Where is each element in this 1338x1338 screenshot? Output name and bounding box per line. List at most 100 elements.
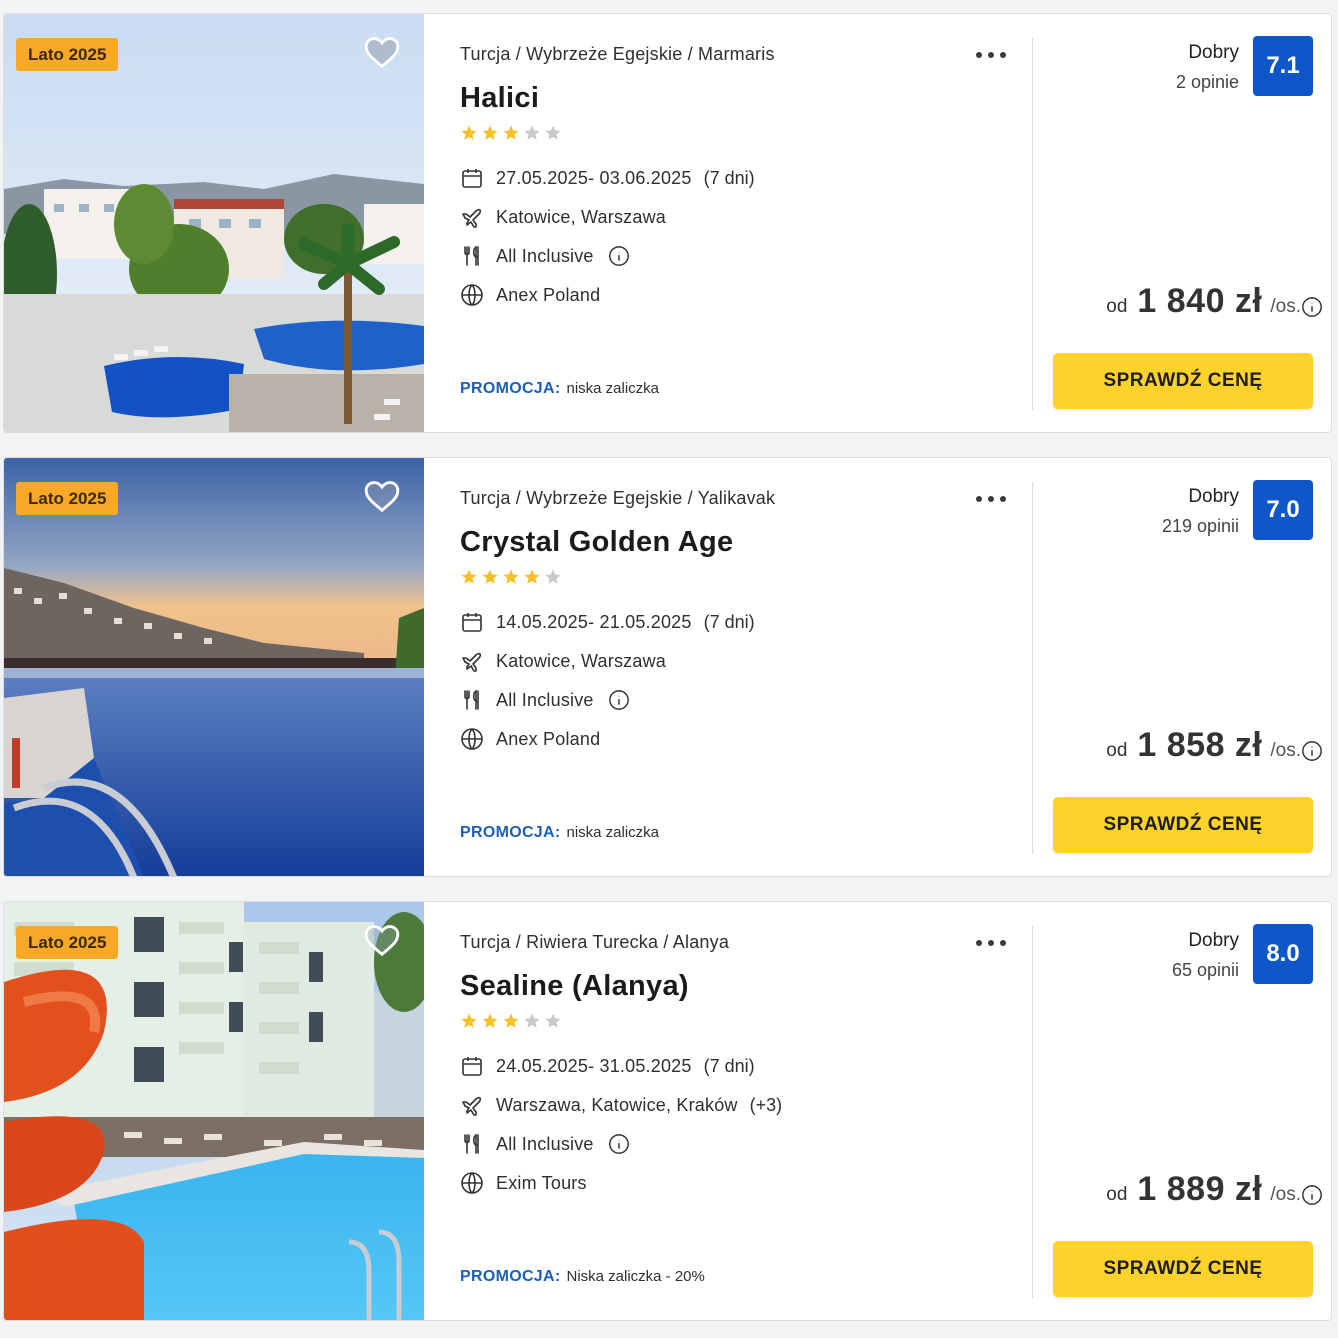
star-filled-icon [482,125,498,140]
promotion-text: niska zaliczka [566,380,660,397]
check-price-button[interactable]: SPRAWDŹ CENĘ [1053,797,1313,853]
star-empty-icon [545,125,561,140]
review-rating[interactable]: Dobry 219 opinii 7.0 [1162,480,1313,540]
promotion-label: PROMOCJA: [460,380,561,397]
promotion: PROMOCJA: Niska zaliczka - 20% [460,1268,705,1286]
offer-card[interactable]: Lato 2025 Turcja / Wybrzeże Egejskie / M… [3,13,1332,433]
price-prefix: od [1106,1184,1128,1205]
board-row: All Inclusive [460,1130,630,1158]
promotion-label: PROMOCJA: [460,1268,561,1285]
price: od 1 889 zł /os. [1106,1170,1322,1209]
star-rating [460,1012,562,1030]
offer-info: Turcja / Wybrzeże Egejskie / Marmaris Ha… [460,14,1030,432]
favorite-heart-icon[interactable] [363,478,401,514]
star-rating [460,124,562,142]
hotel-photo-image [4,902,424,1320]
favorite-heart-icon[interactable] [363,922,401,958]
dates-row: 27.05.2025- 03.06.2025 (7 dni) [460,164,755,192]
price-info-icon[interactable] [1301,740,1323,762]
review-rating[interactable]: Dobry 2 opinie 7.1 [1176,36,1313,96]
dates-row: 14.05.2025- 21.05.2025 (7 dni) [460,608,755,636]
offer-info: Turcja / Wybrzeże Egejskie / Yalikavak C… [460,458,1030,876]
season-badge: Lato 2025 [16,926,119,959]
travel-dates: 24.05.2025- 31.05.2025 [496,1055,692,1076]
offer-card[interactable]: Lato 2025 Turcja / Wybrzeże Egejskie / Y… [3,457,1332,877]
tour-operator: Anex Poland [496,728,601,749]
hotel-photo[interactable]: Lato 2025 [4,902,424,1320]
plane-icon [460,1093,484,1117]
price-info-icon[interactable] [1301,296,1323,318]
info-icon[interactable] [608,1133,630,1155]
info-icon[interactable] [608,245,630,267]
check-price-button[interactable]: SPRAWDŹ CENĘ [1053,353,1313,409]
breadcrumb[interactable]: Turcja / Wybrzeże Egejskie / Yalikavak [460,488,775,509]
promotion-text: niska zaliczka [566,824,660,841]
trip-duration: (7 dni) [703,167,755,188]
operator-row: Exim Tours [460,1169,587,1197]
board-type: All Inclusive [496,245,594,266]
hotel-name[interactable]: Sealine (Alanya) [460,970,689,1003]
tour-operator: Anex Poland [496,284,601,305]
divider [1032,38,1033,410]
star-filled-icon [503,125,519,140]
trip-duration: (7 dni) [703,611,755,632]
dates-row: 24.05.2025- 31.05.2025 (7 dni) [460,1052,755,1080]
season-badge: Lato 2025 [16,482,119,515]
travel-dates: 14.05.2025- 21.05.2025 [496,611,692,632]
star-filled-icon [503,1013,519,1028]
departure-row: Katowice, Warszawa [460,203,666,231]
price-suffix: /os. [1270,740,1301,761]
breadcrumb[interactable]: Turcja / Riwiera Turecka / Alanya [460,932,729,953]
hotel-photo-image [4,14,424,432]
board-type: All Inclusive [496,689,594,710]
hotel-name[interactable]: Crystal Golden Age [460,526,733,559]
price-amount: 1 840 zł [1137,282,1263,320]
rating-word: Dobry [1188,486,1239,507]
more-airports[interactable]: (+3) [750,1095,783,1116]
operator-row: Anex Poland [460,281,600,309]
star-filled-icon [461,569,477,584]
globe-icon [460,727,484,751]
plane-icon [460,205,484,229]
more-options-icon[interactable] [972,928,1012,956]
offer-card[interactable]: Lato 2025 Turcja / Riwiera Turecka / Ala… [3,901,1332,1321]
star-filled-icon [461,125,477,140]
price-amount: 1 858 zł [1137,726,1263,764]
star-filled-icon [524,569,540,584]
price: od 1 840 zł /os. [1106,282,1322,321]
departure-row: Warszawa, Katowice, Kraków (+3) [460,1091,782,1119]
offer-info: Turcja / Riwiera Turecka / Alanya Sealin… [460,902,1030,1320]
price-suffix: /os. [1270,1184,1301,1205]
cutlery-icon [460,688,484,712]
tour-operator: Exim Tours [496,1172,587,1193]
operator-row: Anex Poland [460,725,600,753]
info-icon[interactable] [608,689,630,711]
favorite-heart-icon[interactable] [363,34,401,70]
calendar-icon [460,610,484,634]
promotion: PROMOCJA: niska zaliczka [460,824,659,842]
hotel-name[interactable]: Halici [460,82,539,115]
star-filled-icon [503,569,519,584]
plane-icon [460,649,484,673]
departure-row: Katowice, Warszawa [460,647,666,675]
review-rating[interactable]: Dobry 65 opinii 8.0 [1172,924,1313,984]
travel-dates: 27.05.2025- 03.06.2025 [496,167,692,188]
star-rating [460,568,562,586]
review-count: 65 opinii [1171,960,1239,980]
price-amount: 1 889 zł [1137,1170,1263,1208]
rating-word: Dobry [1188,930,1239,951]
hotel-photo[interactable]: Lato 2025 [4,14,424,432]
star-empty-icon [545,569,561,584]
globe-icon [460,283,484,307]
more-options-icon[interactable] [972,484,1012,512]
divider [1032,926,1033,1298]
review-count: 219 opinii [1161,516,1239,536]
check-price-button[interactable]: SPRAWDŹ CENĘ [1053,1241,1313,1297]
rating-score: 8.0 [1253,924,1313,984]
board-type: All Inclusive [496,1133,594,1154]
season-badge: Lato 2025 [16,38,119,71]
more-options-icon[interactable] [972,40,1012,68]
hotel-photo[interactable]: Lato 2025 [4,458,424,876]
price-info-icon[interactable] [1301,1184,1323,1206]
breadcrumb[interactable]: Turcja / Wybrzeże Egejskie / Marmaris [460,44,775,65]
